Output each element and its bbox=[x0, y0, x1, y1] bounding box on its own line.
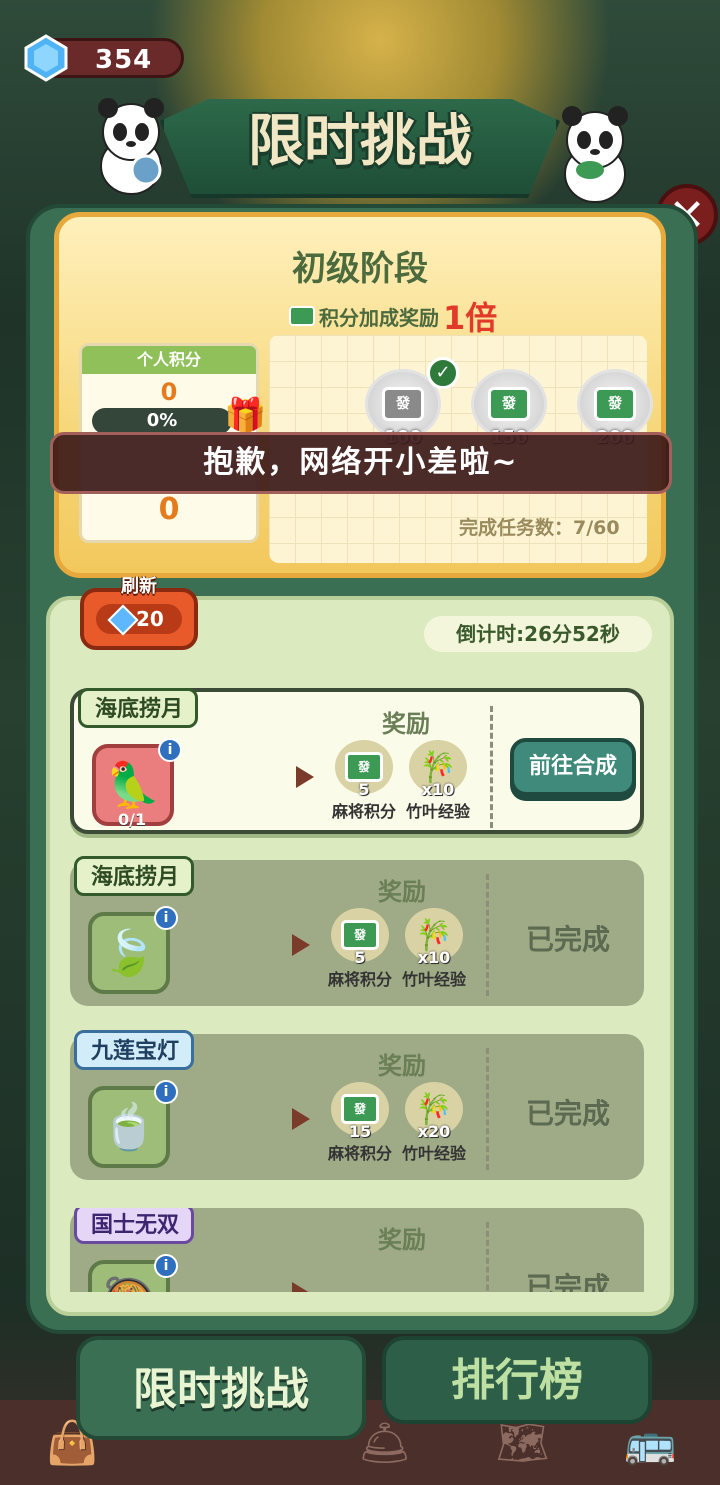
tasks-done-count: 完成任务数：7/60 bbox=[459, 517, 620, 539]
mahjong-tile-icon: 發 bbox=[382, 387, 424, 421]
info-icon[interactable]: i bbox=[154, 906, 178, 930]
network-error-toast: 抱歉，网络开小差啦~ bbox=[50, 432, 672, 494]
milestone-150[interactable]: 發 150 bbox=[471, 369, 547, 448]
arrow-right-icon bbox=[292, 1282, 310, 1292]
refresh-button[interactable]: 刷新 20 bbox=[80, 576, 198, 650]
reward-qty: x10 bbox=[421, 780, 455, 799]
mahjong-tile-icon: 發 bbox=[345, 752, 383, 782]
stage-card: 初级阶段 积分加成奖励 1倍 个人积分 0 0% 🎁 0 發 100 發 150… bbox=[54, 212, 666, 578]
reward-name: 麻将积分 bbox=[327, 970, 392, 989]
reward-name: 麻将积分 bbox=[331, 802, 396, 821]
task-card: 国士无双 🥘 i 奖励 已完成 bbox=[70, 1208, 644, 1292]
milestone-200[interactable]: 發 200 bbox=[577, 369, 653, 448]
info-icon[interactable]: i bbox=[158, 738, 182, 762]
mahjong-tile-icon: 發 bbox=[488, 387, 530, 421]
mahjong-tile-icon: 發 bbox=[341, 1094, 379, 1124]
task-clip: 国士无双 🥘 i 奖励 已完成 bbox=[70, 1208, 644, 1292]
divider bbox=[486, 1222, 489, 1292]
arrow-right-icon bbox=[292, 1108, 310, 1130]
reward-bamboo-exp: 🎋 x10 竹叶经验 bbox=[402, 740, 474, 828]
refresh-cost: 20 bbox=[136, 607, 164, 631]
gem-icon bbox=[24, 34, 68, 82]
personal-score-title: 个人积分 bbox=[82, 346, 256, 374]
reward-qty: 5 bbox=[354, 948, 366, 967]
reward-bamboo-exp: 🎋 x10 竹叶经验 bbox=[398, 908, 470, 996]
mahjong-tile-icon: 發 bbox=[341, 920, 379, 950]
gift-box-icon[interactable]: 🎁 bbox=[224, 396, 266, 436]
task-tag: 海底捞月 bbox=[78, 688, 199, 728]
countdown-timer: 倒计时:26分52秒 bbox=[424, 616, 652, 652]
reward-qty: 5 bbox=[358, 780, 370, 799]
completed-status: 已完成 bbox=[526, 1271, 611, 1292]
bonus-text: 积分加成奖励 bbox=[319, 305, 439, 330]
reward-name: 竹叶经验 bbox=[405, 802, 470, 821]
tab-limited-challenge[interactable]: 限时挑战 bbox=[76, 1336, 366, 1440]
divider bbox=[490, 706, 493, 828]
stage-name: 初级阶段 bbox=[292, 249, 428, 289]
reward-qty: x20 bbox=[417, 1122, 451, 1141]
claimed-check-icon: ✓ bbox=[427, 357, 459, 389]
reward-bamboo-exp: 🎋 x20 竹叶经验 bbox=[398, 1082, 470, 1170]
arrow-right-icon bbox=[296, 766, 314, 788]
info-icon[interactable]: i bbox=[154, 1254, 178, 1278]
personal-progress-bar: 0% bbox=[92, 408, 232, 434]
refresh-label: 刷新 bbox=[121, 576, 157, 597]
task-tag: 国士无双 bbox=[74, 1208, 195, 1244]
completed-status: 已完成 bbox=[526, 923, 611, 956]
reward-qty: 15 bbox=[348, 1122, 372, 1141]
task-card: 海底捞月 🍃 i 奖励 發 5 麻将积分 🎋 x10 竹叶经验 已完成 bbox=[70, 856, 644, 1006]
divider bbox=[486, 1048, 489, 1170]
divider bbox=[486, 874, 489, 996]
reward-name: 竹叶经验 bbox=[401, 1144, 466, 1163]
reward-name: 麻将积分 bbox=[327, 1144, 392, 1163]
mahjong-tile-icon bbox=[289, 306, 315, 326]
reward-label: 奖励 bbox=[378, 1052, 426, 1080]
map-icon[interactable]: 🗺 bbox=[496, 1418, 549, 1468]
task-card: 海底捞月 🦜 i 0/1 奖励 發 5 麻将积分 🎋 x10 竹叶经验 前往合成 bbox=[70, 688, 644, 834]
reward-name: 竹叶经验 bbox=[401, 970, 466, 989]
panda-left-icon bbox=[98, 98, 164, 195]
arrow-right-icon bbox=[292, 934, 310, 956]
task-tag: 九莲宝灯 bbox=[74, 1030, 195, 1070]
tab-ranking[interactable]: 排行榜 bbox=[382, 1336, 652, 1424]
reward-label: 奖励 bbox=[378, 878, 426, 906]
reward-qty: x10 bbox=[417, 948, 451, 967]
info-icon[interactable]: i bbox=[154, 1080, 178, 1104]
completed-status: 已完成 bbox=[526, 1097, 611, 1130]
reward-label: 奖励 bbox=[382, 710, 430, 738]
rank-score-value: 0 bbox=[158, 492, 180, 527]
gem-icon bbox=[107, 604, 139, 636]
bonus-line: 积分加成奖励 1倍 bbox=[289, 293, 497, 339]
task-progress: 0/1 bbox=[118, 810, 147, 829]
task-tag: 海底捞月 bbox=[74, 856, 195, 896]
mahjong-tile-icon: 發 bbox=[594, 387, 636, 421]
reward-label: 奖励 bbox=[378, 1226, 426, 1254]
reward-mahjong-points: 發 5 麻将积分 bbox=[324, 908, 396, 996]
reward-mahjong-points: 發 15 麻将积分 bbox=[324, 1082, 396, 1170]
bonus-multiplier: 1倍 bbox=[443, 299, 498, 337]
task-card: 九莲宝灯 🍵 i 奖励 發 15 麻将积分 🎋 x20 竹叶经验 已完成 bbox=[70, 1030, 644, 1180]
bus-icon[interactable]: 🚌 bbox=[624, 1418, 676, 1468]
page-title: 限时挑战 bbox=[248, 109, 472, 174]
go-merge-button[interactable]: 前往合成 bbox=[510, 738, 636, 796]
reward-mahjong-points: 發 5 麻将积分 bbox=[328, 740, 400, 828]
panda-right-icon bbox=[562, 106, 628, 203]
gem-count: 354 bbox=[95, 45, 153, 75]
bell-icon[interactable]: 🛎 bbox=[358, 1418, 411, 1468]
